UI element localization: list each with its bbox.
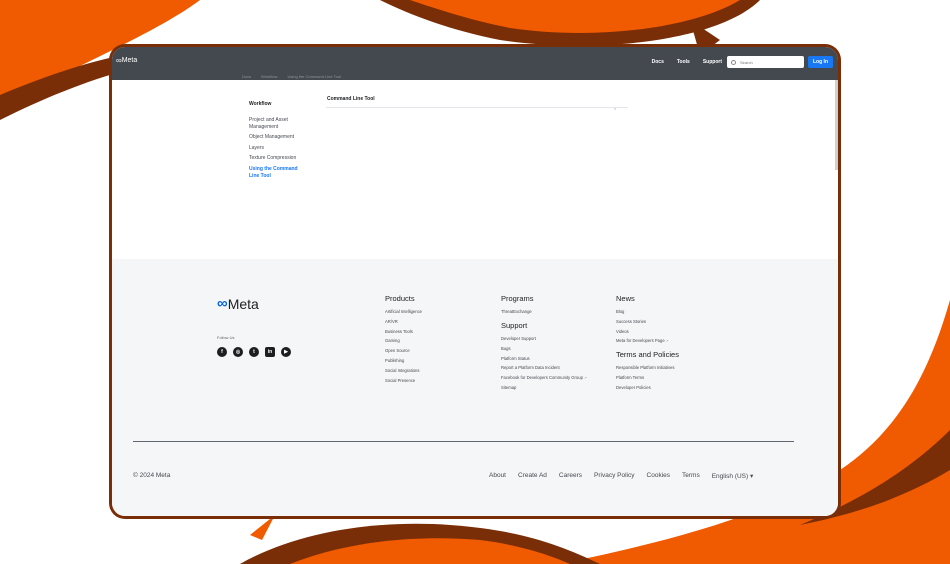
nav-link-support[interactable]: Support	[703, 59, 722, 65]
programs-heading: Programs	[501, 294, 534, 303]
footer-link[interactable]: Social Presence	[385, 378, 422, 383]
footer-privacy-link[interactable]: Privacy Policy	[594, 472, 634, 480]
nav-link-tools[interactable]: Tools	[677, 59, 690, 65]
footer-link[interactable]: ThreatExchange	[501, 309, 587, 314]
sidebar-item-object-management[interactable]: Object Management	[249, 134, 303, 141]
follow-us-label: Follow Us	[217, 335, 235, 340]
footer-link-label: Facebook for Developers Community Group	[501, 375, 583, 381]
meta-logo[interactable]: ∞ Meta	[116, 56, 137, 65]
meta-infinity-icon: ∞	[217, 295, 228, 312]
footer-link[interactable]: Business Tools	[385, 329, 422, 334]
content-title[interactable]: Command Line Tool	[327, 96, 375, 102]
facebook-icon[interactable]: f	[217, 347, 227, 357]
footer-link[interactable]: Developer Policies	[616, 385, 679, 390]
footer-meta-logo[interactable]: ∞ Meta	[217, 295, 259, 312]
linkedin-icon[interactable]: in	[265, 347, 275, 357]
breadcrumb-item[interactable]: Workflow	[261, 74, 277, 79]
footer-link[interactable]: Platform Terms	[616, 375, 679, 380]
footer-column-programs-support: Programs ThreatExchange Support Develope…	[501, 294, 587, 395]
sidebar-item-layers[interactable]: Layers	[249, 145, 303, 152]
footer-link[interactable]: Gaming	[385, 338, 422, 343]
login-button[interactable]: Log In	[808, 56, 833, 68]
footer-column-products: Products Artificial Intelligence AR/VR B…	[385, 294, 422, 387]
sidebar-heading[interactable]: Workflow	[249, 101, 303, 107]
products-heading: Products	[385, 294, 415, 303]
footer-link[interactable]: Success Stories	[616, 319, 679, 324]
footer-careers-link[interactable]: Careers	[559, 472, 582, 480]
search-input[interactable]	[740, 59, 800, 65]
footer-about-link[interactable]: About	[489, 472, 506, 480]
footer-link[interactable]: AR/VR	[385, 319, 422, 324]
footer-link[interactable]: Responsible Platform Initiatives	[616, 365, 679, 370]
footer-link[interactable]: Bugs	[501, 346, 587, 351]
language-selector[interactable]: English (US) ▾	[712, 472, 754, 480]
footer-link-label: Meta for Developers Page	[616, 338, 665, 344]
breadcrumb-item[interactable]: Docs	[242, 74, 251, 79]
footer-link[interactable]: Platform Status	[501, 356, 587, 361]
breadcrumb-item[interactable]: Using the Command Line Tool	[288, 74, 342, 79]
footer-link[interactable]: Publishing	[385, 358, 422, 363]
youtube-icon[interactable]: ▶	[281, 347, 291, 357]
scrollbar[interactable]	[835, 80, 838, 170]
meta-infinity-icon: ∞	[116, 56, 122, 65]
footer-link[interactable]: Developer Support	[501, 336, 587, 341]
top-nav-links: Docs Tools Support	[639, 59, 722, 65]
external-link-icon: ↗	[583, 376, 587, 381]
sidebar-item-command-line-tool[interactable]: Using the Command Line Tool	[249, 166, 303, 179]
instagram-icon[interactable]: ◎	[233, 347, 243, 357]
support-heading: Support	[501, 321, 528, 330]
footer-logo-text: Meta	[227, 295, 259, 312]
terms-heading: Terms and Policies	[616, 350, 679, 360]
footer-divider	[133, 441, 794, 442]
footer-link[interactable]: Social Integrations	[385, 368, 422, 373]
chevron-up-icon[interactable]: ⌃	[613, 108, 617, 114]
footer-create-ad-link[interactable]: Create Ad	[518, 472, 547, 480]
footer-cookies-link[interactable]: Cookies	[647, 472, 670, 480]
top-navigation-bar: ∞ Meta Docs Tools Support Log In	[112, 47, 838, 80]
meta-logo-text: Meta	[121, 57, 138, 64]
copyright: © 2024 Meta	[133, 472, 171, 479]
news-heading: News	[616, 294, 635, 303]
docs-sidebar: Workflow Project and Asset Management Ob…	[249, 101, 303, 183]
sidebar-item-project-asset-management[interactable]: Project and Asset Management	[249, 117, 303, 130]
footer-link[interactable]: Report a Platform Data Incident	[501, 365, 587, 370]
content-divider	[326, 107, 628, 108]
footer-link[interactable]: Blog	[616, 309, 679, 314]
footer-link[interactable]: Artificial Intelligence	[385, 309, 422, 314]
sidebar-item-texture-compression[interactable]: Texture Compression	[249, 155, 303, 162]
external-link-icon: ↗	[665, 339, 669, 344]
search-box[interactable]	[727, 56, 804, 68]
site-footer: ∞ Meta Follow Us f ◎ t in ▶ Products Art…	[112, 259, 838, 516]
footer-link[interactable]: Facebook for Developers Community Group↗	[501, 375, 587, 380]
nav-link-docs[interactable]: Docs	[652, 59, 664, 65]
footer-link[interactable]: Sitemap	[501, 385, 587, 390]
footer-link[interactable]: Open Source	[385, 348, 422, 353]
footer-link[interactable]: Videos	[616, 329, 679, 334]
browser-window: ∞ Meta Docs Tools Support Log In Workflo…	[112, 47, 838, 516]
twitter-icon[interactable]: t	[249, 347, 259, 357]
footer-link[interactable]: Meta for Developers Page↗	[616, 338, 679, 343]
footer-terms-link[interactable]: Terms	[682, 472, 700, 480]
breadcrumb: Docs Workflow Using the Command Line Tool	[242, 74, 341, 79]
search-icon	[731, 59, 736, 65]
footer-column-news-terms: News Blog Success Stories Videos Meta fo…	[616, 294, 679, 395]
footer-bottom-links: About Create Ad Careers Privacy Policy C…	[489, 472, 765, 480]
social-links: f ◎ t in ▶	[217, 347, 291, 357]
